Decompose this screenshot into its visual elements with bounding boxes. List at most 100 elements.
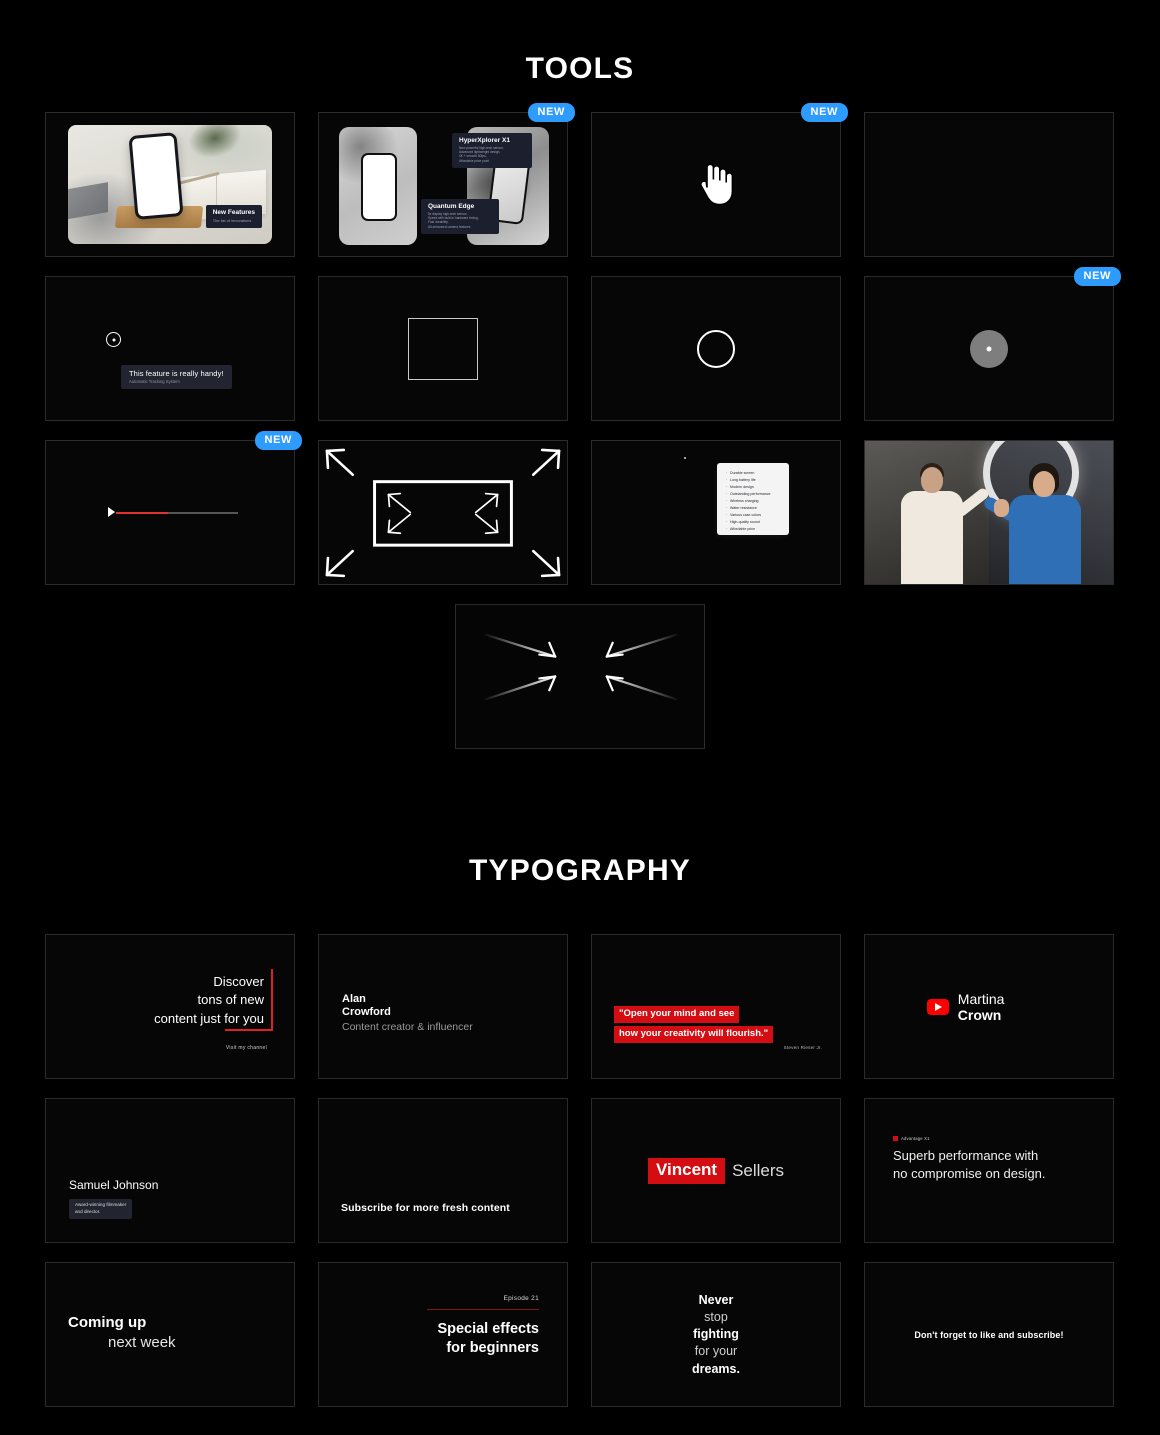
tool-card-tooltip[interactable]: This feature is really handy! Automatic …	[45, 276, 295, 421]
card-content	[319, 277, 567, 420]
typography-grid-row-1: Discover tons of new content just for yo…	[45, 934, 1115, 1079]
tool-card-feature-list[interactable]: Durable screen Long battery life Modern …	[591, 440, 841, 585]
label-sub: New powerful high-tech sensor, Advanced …	[459, 146, 504, 163]
typo-card-martina[interactable]: Martina Crown	[864, 934, 1114, 1079]
filled-circle-shape	[970, 329, 1008, 368]
feature-list-panel: Durable screen Long battery life Modern …	[717, 463, 789, 535]
label-sub: The list of innovations	[212, 217, 252, 223]
line-1: Superb performance with	[893, 1148, 1039, 1163]
coming-up-text: Coming up next week	[68, 1313, 176, 1354]
first-name: Alan	[342, 993, 366, 1005]
hand-pointer-icon	[696, 159, 736, 210]
keyboard-decor	[68, 182, 108, 220]
progress-fill	[116, 512, 168, 514]
typo-card-subscribe[interactable]: Subscribe for more fresh content	[318, 1098, 568, 1243]
line-3: content just for you	[154, 1010, 264, 1026]
person-right-head	[1033, 471, 1055, 497]
typography-section-title: TYPOGRAPHY	[468, 854, 692, 887]
typo-card-coming-up[interactable]: Coming up next week	[45, 1262, 295, 1407]
list-item: Outstanding performance	[726, 491, 782, 498]
card-content	[865, 277, 1113, 420]
badge-line-2: and director.	[75, 1208, 101, 1214]
card-content	[46, 441, 294, 584]
progress-bar[interactable]	[108, 507, 238, 519]
typo-card-samuel[interactable]: Samuel Johnson Award-winning filmmaker a…	[45, 1098, 295, 1243]
name-row: Vincent Sellers	[647, 1157, 784, 1184]
list-item: Affordable price	[726, 526, 782, 533]
visit-channel-text: Visit my channel	[225, 1045, 267, 1051]
tool-card-two-phones[interactable]: NEW Quantum Edge 5x display high-tech se…	[318, 103, 575, 257]
youtube-icon	[927, 998, 949, 1015]
line-3: fighting	[693, 1326, 739, 1341]
superb-text: Superb performance with no compromise on…	[893, 1147, 1045, 1184]
tag-label: Advantage X1	[901, 1136, 930, 1141]
new-badge: NEW	[1073, 267, 1121, 286]
line-2: no compromise on design.	[893, 1166, 1046, 1182]
tool-card-blank-a[interactable]	[864, 112, 1114, 257]
line-2: tons of new	[197, 992, 265, 1008]
tooltip-subtitle: Automatic Tracking System	[129, 379, 180, 384]
card-content	[592, 277, 840, 420]
tools-grid-row-2: This feature is really handy! Automatic …	[45, 267, 1121, 421]
card-content: New Features The list of innovations	[46, 113, 294, 256]
subscribe-text: Subscribe for more fresh content	[341, 1202, 510, 1214]
person-name: Alan Crowford	[342, 993, 391, 1020]
typo-card-discover[interactable]: Discover tons of new content just for yo…	[45, 934, 295, 1079]
card-content: This feature is really handy! Automatic …	[46, 277, 294, 420]
tool-card-converge-arrows[interactable]	[455, 604, 705, 749]
typo-card-superb[interactable]: Advantage X1 Superb performance with no …	[864, 1098, 1114, 1243]
typo-card-alan[interactable]: Alan Crowford Content creator & influenc…	[318, 934, 568, 1079]
list-item: Various case colors	[726, 512, 782, 519]
rectangle-outline-shape	[408, 317, 478, 380]
plant-leaf-decor	[183, 125, 247, 165]
new-badge: NEW	[254, 431, 302, 450]
tools-centered-row	[45, 604, 1115, 749]
line-2: stop	[704, 1309, 728, 1324]
tool-card-people-photo[interactable]	[864, 440, 1114, 585]
badge-line-1: Award-winning filmmaker	[75, 1202, 127, 1207]
person-right-body	[1009, 495, 1081, 584]
typo-card-never-stop[interactable]: Never stop fighting for your dreams.	[591, 1262, 841, 1407]
typo-card-episode[interactable]: Episode 21 Special effects for beginners	[318, 1262, 568, 1407]
typo-card-like-subscribe[interactable]: Don't forget to like and subscribe!	[864, 1262, 1114, 1407]
page-root: TOOLS New Features The list of innovatio…	[0, 0, 1160, 1435]
card-content	[592, 113, 840, 256]
never-stop-text: Never stop fighting for your dreams.	[692, 1291, 740, 1377]
label-title: HyperXplorer X1	[459, 137, 510, 144]
episode-title: Special effects for beginners	[427, 1320, 539, 1358]
person-name: Samuel Johnson	[69, 1178, 159, 1192]
person-role: Content creator & influencer	[342, 1021, 473, 1033]
name-highlight: Vincent	[647, 1157, 726, 1184]
typo-card-quote[interactable]: "Open your mind and see how your creativ…	[591, 934, 841, 1079]
typo-card-vincent[interactable]: Vincent Sellers	[591, 1098, 841, 1243]
typography-grid-row-3: Coming up next week Episode 21 Special e…	[45, 1262, 1115, 1407]
tool-card-dot-reveal[interactable]: NEW	[864, 267, 1121, 421]
converge-arrows-icon	[484, 633, 678, 701]
person-right-hand	[994, 499, 1009, 517]
tool-card-circle-outline[interactable]	[591, 276, 841, 421]
label-title: Quantum Edge	[428, 203, 475, 210]
quantum-edge-label: Quantum Edge 5x display high-tech sensor…	[421, 199, 499, 234]
new-badge: NEW	[527, 103, 575, 122]
new-badge: NEW	[800, 103, 848, 122]
feature-list: Durable screen Long battery life Modern …	[726, 470, 782, 533]
phone-tile-left	[339, 127, 417, 245]
tool-card-progress-bar[interactable]: NEW	[45, 431, 302, 585]
card-content	[865, 441, 1113, 584]
person-left-body	[901, 491, 963, 584]
tool-card-product-photo[interactable]: New Features The list of innovations	[45, 112, 295, 257]
line-1: Never	[698, 1292, 734, 1307]
tool-card-hand-cursor[interactable]: NEW	[591, 103, 848, 257]
new-features-label: New Features The list of innovations	[205, 204, 262, 228]
line-1: Coming up	[68, 1314, 147, 1331]
tool-card-rectangle-frame[interactable]	[318, 276, 568, 421]
discover-text: Discover tons of new content just for yo…	[154, 973, 264, 1028]
list-item: High-quality sound	[726, 519, 782, 526]
pointer-dot-icon	[684, 457, 686, 459]
divider-line	[427, 1309, 539, 1310]
play-triangle-icon	[108, 507, 115, 517]
people-photo	[865, 441, 1113, 584]
tool-card-arrows-frame[interactable]	[318, 440, 568, 585]
list-item: Wireless charging	[726, 498, 782, 505]
